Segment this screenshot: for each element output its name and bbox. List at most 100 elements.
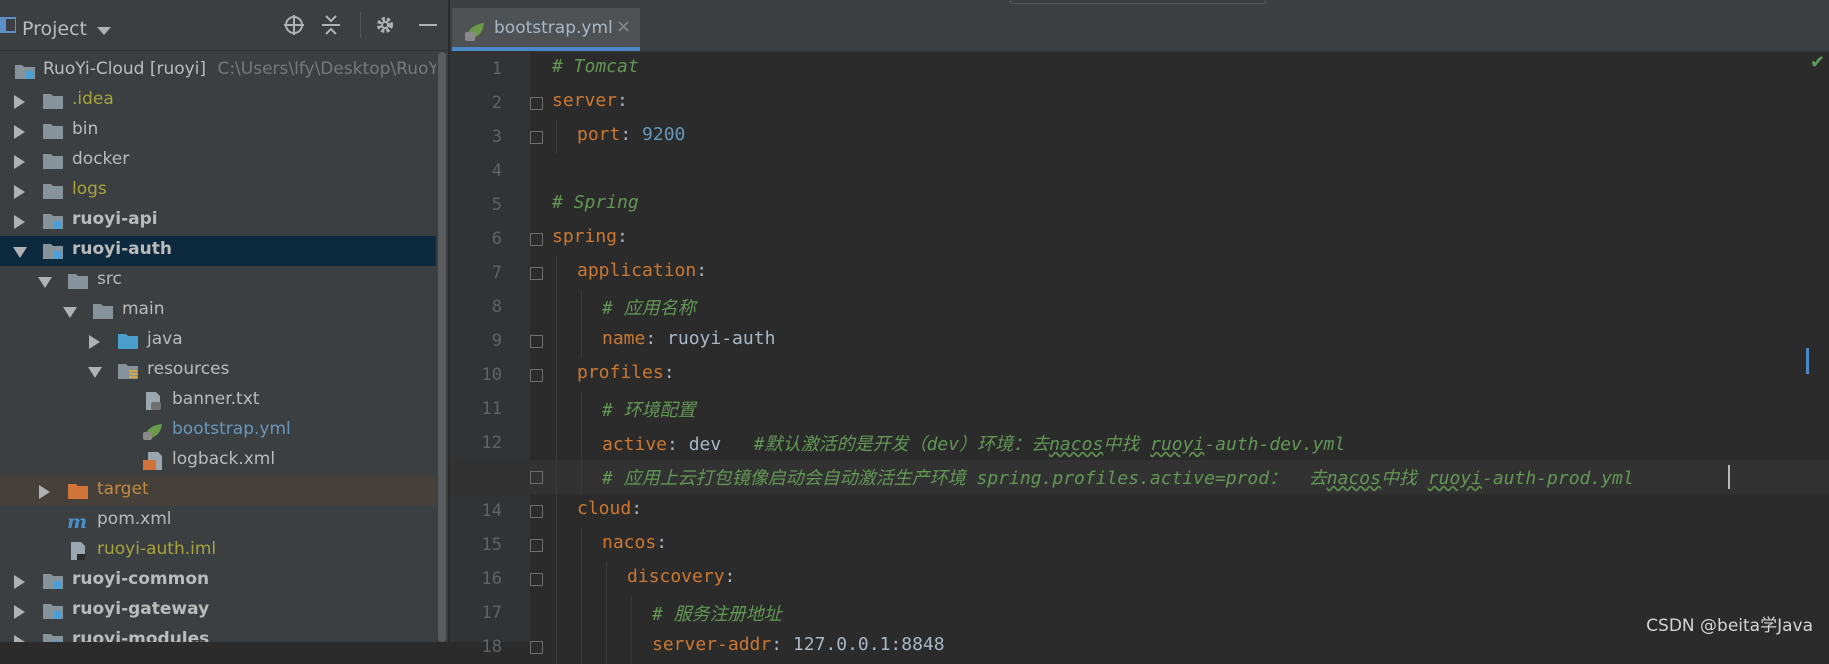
tree-item-src[interactable]: src bbox=[0, 266, 448, 296]
code-text: discovery: bbox=[627, 566, 735, 587]
ide-window: Project RuoYi-Cloud [ruoyi] C:\Users\lfy… bbox=[0, 0, 1829, 664]
expanded-arrow-icon[interactable] bbox=[88, 367, 102, 378]
fold-marker-icon[interactable] bbox=[530, 233, 543, 246]
code-line[interactable]: application: bbox=[450, 256, 1829, 290]
tree-item-ruoyi-modules[interactable]: ruoyi-modules bbox=[0, 626, 448, 642]
indent-guide bbox=[556, 392, 557, 426]
tree-item-label: bootstrap.yml bbox=[172, 419, 291, 439]
collapse-all-icon[interactable] bbox=[320, 14, 342, 36]
code-token: 中找 bbox=[1103, 434, 1151, 455]
maven-icon: m bbox=[67, 512, 87, 530]
code-line[interactable]: server: bbox=[450, 86, 1829, 120]
scroll-marker bbox=[1806, 348, 1809, 374]
chevron-down-icon[interactable] bbox=[97, 27, 111, 35]
code-line[interactable]: # Tomcat bbox=[450, 52, 1829, 86]
code-token: : bbox=[663, 362, 675, 383]
code-line[interactable]: # 应用名称 bbox=[450, 290, 1829, 324]
folder-icon bbox=[68, 274, 88, 289]
expanded-arrow-icon[interactable] bbox=[38, 277, 52, 288]
code-editor[interactable]: # Tomcat server: port: 9200 # Spring spring:… bbox=[450, 52, 1829, 664]
tree-item-docker[interactable]: docker bbox=[0, 146, 448, 176]
code-text: # 应用名称 bbox=[602, 294, 696, 320]
scrollbar-thumb[interactable] bbox=[438, 52, 446, 642]
code-token: : bbox=[656, 532, 668, 553]
code-line[interactable]: profiles: bbox=[450, 358, 1829, 392]
code-line[interactable]: port: 9200 bbox=[450, 120, 1829, 154]
collapsed-arrow-icon[interactable] bbox=[14, 215, 25, 229]
code-line[interactable]: # 服务注册地址 bbox=[450, 596, 1829, 630]
tree-item-label: docker bbox=[72, 149, 130, 169]
tree-item-resources[interactable]: resources bbox=[0, 356, 448, 386]
collapsed-arrow-icon[interactable] bbox=[14, 575, 25, 589]
code-token: server-addr bbox=[652, 634, 772, 655]
indent-guide bbox=[581, 290, 582, 324]
tree-item-logback-xml[interactable]: logback.xml bbox=[0, 446, 448, 476]
tree-item-bin[interactable]: bin bbox=[0, 116, 448, 146]
collapsed-arrow-icon[interactable] bbox=[14, 95, 25, 109]
fold-marker-icon[interactable] bbox=[530, 131, 543, 144]
fold-marker-icon[interactable] bbox=[530, 335, 543, 348]
code-line[interactable]: # 环境配置 bbox=[450, 392, 1829, 426]
tree-item-ruoyi-gateway[interactable]: ruoyi-gateway bbox=[0, 596, 448, 626]
tree-root[interactable]: RuoYi-Cloud [ruoyi] C:\Users\lfy\Desktop… bbox=[0, 56, 448, 86]
code-line[interactable]: discovery: bbox=[450, 562, 1829, 596]
tree-item-ruoyi-auth-iml[interactable]: ruoyi-auth.iml bbox=[0, 536, 448, 566]
fold-marker-icon[interactable] bbox=[530, 539, 543, 552]
code-token: 9200 bbox=[642, 124, 686, 145]
collapsed-arrow-icon[interactable] bbox=[14, 635, 25, 642]
collapsed-arrow-icon[interactable] bbox=[14, 125, 25, 139]
expanded-arrow-icon[interactable] bbox=[63, 307, 77, 318]
fold-marker-icon[interactable] bbox=[530, 369, 543, 382]
collapsed-arrow-icon[interactable] bbox=[14, 605, 25, 619]
collapsed-arrow-icon[interactable] bbox=[14, 185, 25, 199]
gear-icon[interactable] bbox=[374, 14, 396, 36]
tree-item-ruoyi-auth[interactable]: ruoyi-auth bbox=[0, 236, 448, 266]
expanded-arrow-icon[interactable] bbox=[13, 247, 27, 258]
tree-item-main[interactable]: main bbox=[0, 296, 448, 326]
fold-marker-icon[interactable] bbox=[530, 573, 543, 586]
fold-marker-icon[interactable] bbox=[530, 505, 543, 518]
spring-yml-icon bbox=[465, 23, 484, 41]
fold-marker-icon[interactable] bbox=[530, 641, 543, 654]
code-token: #默认激活的是开发（dev）环境：去 bbox=[753, 434, 1050, 455]
tree-item-bootstrap-yml[interactable]: bootstrap.yml bbox=[0, 416, 448, 446]
fold-marker-icon[interactable] bbox=[530, 267, 543, 280]
indent-guide bbox=[556, 562, 557, 596]
collapsed-arrow-icon[interactable] bbox=[14, 155, 25, 169]
folder-icon bbox=[43, 184, 63, 199]
tree-item-target[interactable]: target bbox=[0, 476, 448, 506]
collapsed-arrow-icon[interactable] bbox=[89, 335, 100, 349]
code-token: -auth-prod.yml bbox=[1482, 468, 1634, 489]
tree-item-idea[interactable]: .idea bbox=[0, 86, 448, 116]
tree-item-logs[interactable]: logs bbox=[0, 176, 448, 206]
code-line[interactable]: active: dev #默认激活的是开发（dev）环境：去nacos中找 ru… bbox=[450, 426, 1829, 460]
folder-icon bbox=[93, 304, 113, 319]
tree-item-pom-xml[interactable]: m pom.xml bbox=[0, 506, 448, 536]
editor-tab-bootstrap-yml[interactable]: bootstrap.yml × bbox=[452, 8, 640, 51]
code-line[interactable]: cloud: bbox=[450, 494, 1829, 528]
tab-close-button[interactable]: × bbox=[616, 16, 631, 37]
collapsed-arrow-icon[interactable] bbox=[39, 485, 50, 499]
indent-guide bbox=[581, 630, 582, 664]
code-line[interactable] bbox=[450, 154, 1829, 188]
tree-item-ruoyi-common[interactable]: ruoyi-common bbox=[0, 566, 448, 596]
code-text: name: ruoyi-auth bbox=[602, 328, 775, 349]
fold-marker-icon[interactable] bbox=[530, 97, 543, 110]
code-line[interactable]: # 应用上云打包镜像启动会自动激活生产环境 spring.profiles.ac… bbox=[450, 460, 1829, 494]
locate-icon[interactable] bbox=[283, 14, 305, 36]
svg-text:m: m bbox=[67, 512, 87, 530]
code-line[interactable]: server-addr: 127.0.0.1:8848 bbox=[450, 630, 1829, 664]
inspection-ok-icon[interactable]: ✔ bbox=[1810, 52, 1825, 73]
project-view-selector[interactable]: Project bbox=[22, 18, 87, 40]
project-panel-scrollbar[interactable] bbox=[436, 52, 448, 642]
tree-item-banner-txt[interactable]: banner.txt bbox=[0, 386, 448, 416]
minimize-icon[interactable] bbox=[417, 14, 439, 36]
code-line[interactable]: # Spring bbox=[450, 188, 1829, 222]
code-line[interactable]: name: ruoyi-auth bbox=[450, 324, 1829, 358]
tree-item-java[interactable]: java bbox=[0, 326, 448, 356]
module-folder-icon bbox=[43, 244, 63, 259]
fold-marker-icon[interactable] bbox=[530, 471, 543, 484]
tree-item-ruoyi-api[interactable]: ruoyi-api bbox=[0, 206, 448, 236]
code-line[interactable]: spring: bbox=[450, 222, 1829, 256]
code-line[interactable]: nacos: bbox=[450, 528, 1829, 562]
